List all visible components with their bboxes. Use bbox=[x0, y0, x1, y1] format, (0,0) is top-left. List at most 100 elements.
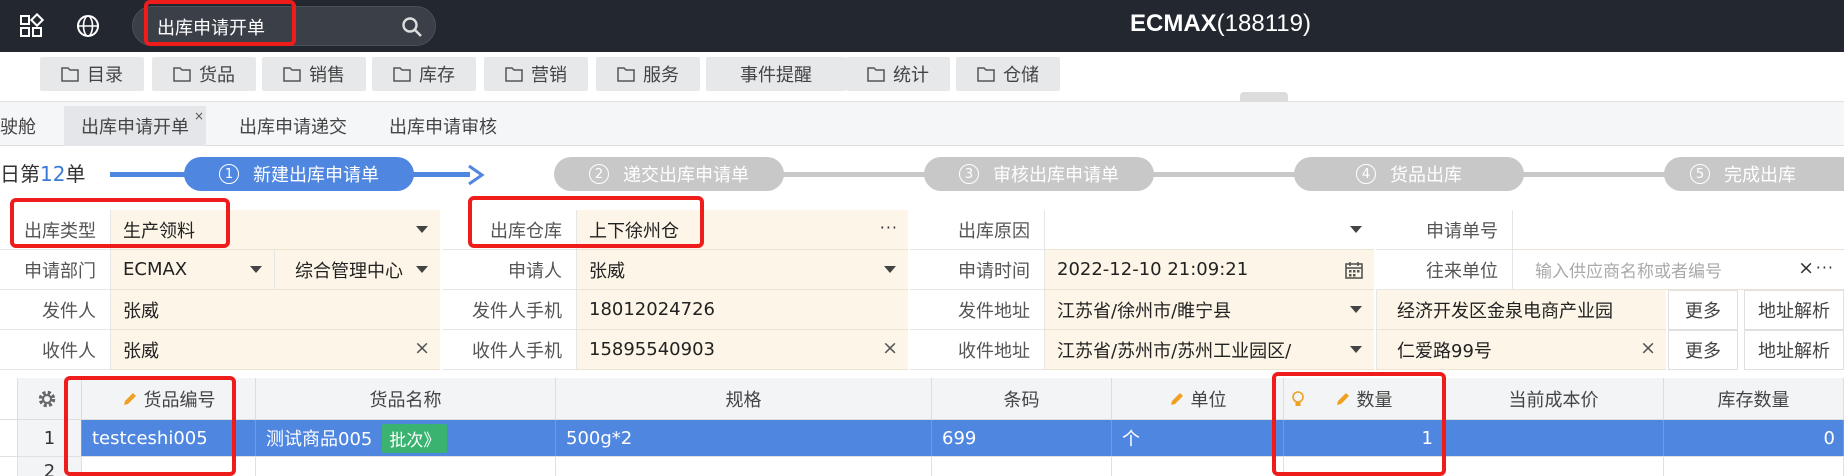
col-cost-price[interactable]: 当前成本价 bbox=[1444, 378, 1664, 420]
clear-icon[interactable]: × bbox=[414, 337, 430, 359]
clear-icon[interactable]: × bbox=[1798, 257, 1814, 279]
tab-dashboard[interactable]: 驶舱 bbox=[0, 106, 38, 146]
dropdown-arrow-icon[interactable] bbox=[1350, 346, 1362, 353]
clear-icon[interactable]: × bbox=[882, 337, 898, 359]
menu-marketing[interactable]: 营销 bbox=[484, 57, 588, 91]
cell-goods-code[interactable] bbox=[82, 456, 256, 476]
dropdown-arrow-icon[interactable] bbox=[884, 266, 896, 273]
globe-icon[interactable] bbox=[75, 13, 101, 39]
dropdown-arrow-icon[interactable] bbox=[1350, 306, 1362, 313]
dropdown-arrow-icon[interactable] bbox=[1350, 226, 1362, 233]
menu-statistics[interactable]: 统计 bbox=[846, 57, 950, 91]
batch-button[interactable]: 批次》 bbox=[382, 423, 448, 453]
more-options-icon[interactable]: ··· bbox=[880, 218, 898, 237]
menu-sales[interactable]: 销售 bbox=[262, 57, 366, 91]
step-number: 3 bbox=[959, 164, 979, 184]
row-checkbox[interactable] bbox=[0, 456, 18, 476]
receiver-addr-select[interactable]: 江苏省/苏州市/苏州工业园区/ bbox=[1044, 330, 1374, 370]
dept-sub-select[interactable]: 综合管理中心 bbox=[274, 250, 440, 290]
step-1: 1 新建出库申请单 bbox=[184, 157, 414, 191]
apply-time-field[interactable]: 2022-12-10 21:09:21 bbox=[1044, 250, 1374, 290]
cell-quantity[interactable]: 1 bbox=[1284, 420, 1444, 456]
cell-unit[interactable]: 个 bbox=[1112, 420, 1284, 456]
sender-input[interactable]: 张威 bbox=[110, 290, 440, 330]
col-header: 单位 bbox=[1190, 389, 1227, 411]
receiver-parse-button[interactable]: 地址解析 bbox=[1744, 330, 1844, 370]
more-options-icon[interactable]: ··· bbox=[1816, 258, 1834, 277]
receiver-addr-detail-input[interactable]: 仁爱路99号 × bbox=[1376, 330, 1666, 370]
search-input[interactable] bbox=[157, 15, 387, 39]
clear-icon[interactable]: × bbox=[1640, 337, 1656, 359]
tab-out-apply-audit[interactable]: 出库申请审核 bbox=[368, 106, 518, 146]
folder-icon bbox=[505, 67, 523, 82]
sender-more-button[interactable]: 更多 bbox=[1668, 290, 1738, 330]
menu-event-reminder[interactable]: 事件提醒 bbox=[706, 57, 846, 91]
cell-goods-name[interactable] bbox=[256, 456, 556, 476]
cell-barcode: 699 bbox=[932, 420, 1112, 456]
search-box[interactable] bbox=[132, 6, 436, 46]
out-type-select[interactable]: 生产领料 bbox=[110, 210, 440, 250]
col-stock[interactable]: 库存数量 bbox=[1664, 378, 1844, 420]
menu-label: 仓储 bbox=[1003, 65, 1039, 86]
receiver-input[interactable]: 张威 × bbox=[110, 330, 440, 370]
col-goods-name[interactable]: 货品名称 bbox=[256, 378, 556, 420]
menu-service[interactable]: 服务 bbox=[596, 57, 700, 91]
applicant-select[interactable]: 张威 bbox=[576, 250, 908, 290]
dept-sub-value: 综合管理中心 bbox=[295, 260, 403, 282]
menu-goods[interactable]: 货品 bbox=[152, 57, 256, 91]
col-goods-code[interactable]: 货品编号 bbox=[82, 378, 256, 420]
warehouse-field[interactable]: 上下徐州仓 ··· bbox=[576, 210, 908, 250]
cell-stock bbox=[1664, 456, 1844, 476]
calendar-icon[interactable] bbox=[1344, 260, 1364, 280]
menu-label: 库存 bbox=[419, 65, 455, 86]
apps-grid-icon[interactable] bbox=[18, 13, 44, 39]
cell-goods-code[interactable]: testceshi005 bbox=[82, 420, 256, 456]
step-3: 3 审核出库申请单 bbox=[924, 157, 1154, 191]
folder-icon bbox=[977, 67, 995, 82]
search-icon[interactable] bbox=[401, 16, 423, 38]
col-header: 当前成本价 bbox=[1508, 389, 1599, 411]
cell-cost-price bbox=[1444, 456, 1664, 476]
receiver-addr-value: 江苏省/苏州市/苏州工业园区/ bbox=[1057, 340, 1292, 362]
menu-label: 销售 bbox=[309, 65, 345, 86]
tab-out-apply-create[interactable]: 出库申请开单 × bbox=[64, 106, 206, 146]
col-quantity[interactable]: 数量 bbox=[1284, 378, 1444, 420]
close-icon[interactable]: × bbox=[194, 109, 204, 123]
order-count-number: 12 bbox=[40, 162, 66, 186]
app-title: ECMAX(188119) bbox=[1130, 10, 1311, 38]
cell-quantity[interactable] bbox=[1284, 456, 1444, 476]
lightbulb-icon[interactable] bbox=[1290, 390, 1306, 408]
dropdown-arrow-icon[interactable] bbox=[416, 226, 428, 233]
col-unit[interactable]: 单位 bbox=[1112, 378, 1284, 420]
goods-name-text: 测试商品005 bbox=[266, 429, 373, 450]
gear-icon[interactable] bbox=[37, 389, 57, 409]
sender-phone-input[interactable]: 18012024726 bbox=[576, 290, 908, 330]
menu-catalog[interactable]: 目录 bbox=[40, 57, 144, 91]
top-bar: ECMAX(188119) bbox=[0, 0, 1844, 52]
receiver-more-button[interactable]: 更多 bbox=[1668, 330, 1738, 370]
tab-bar: 驶舱 出库申请开单 × 出库申请递交 出库申请审核 bbox=[0, 102, 1844, 146]
folder-icon bbox=[283, 67, 301, 82]
sender-parse-button[interactable]: 地址解析 bbox=[1744, 290, 1844, 330]
receiver-value: 张威 bbox=[123, 340, 159, 362]
dropdown-arrow-icon[interactable] bbox=[250, 266, 262, 273]
col-spec[interactable]: 规格 bbox=[556, 378, 932, 420]
cell-unit[interactable] bbox=[1112, 456, 1284, 476]
collapse-handle[interactable] bbox=[1240, 92, 1288, 102]
sender-addr-select[interactable]: 江苏省/徐州市/睢宁县 bbox=[1044, 290, 1374, 330]
dropdown-arrow-icon[interactable] bbox=[416, 266, 428, 273]
grid-settings[interactable] bbox=[18, 378, 82, 420]
select-all-checkbox[interactable] bbox=[0, 378, 18, 420]
menu-warehouse[interactable]: 仓储 bbox=[956, 57, 1060, 91]
partner-input[interactable]: 输入供应商名称或者编号 × ··· bbox=[1512, 250, 1844, 290]
tab-out-apply-submit[interactable]: 出库申请递交 bbox=[218, 106, 368, 146]
receiver-phone-input[interactable]: 15895540903 × bbox=[576, 330, 908, 370]
cell-goods-name[interactable]: 测试商品005 批次》 bbox=[256, 420, 556, 456]
menu-inventory[interactable]: 库存 bbox=[372, 57, 476, 91]
row-checkbox[interactable] bbox=[0, 420, 18, 456]
col-barcode[interactable]: 条码 bbox=[932, 378, 1112, 420]
dept-select[interactable]: ECMAX bbox=[110, 250, 274, 290]
receiver-addr-detail: 仁爱路99号 bbox=[1397, 340, 1492, 362]
reason-select[interactable] bbox=[1044, 210, 1374, 250]
sender-addr-detail-input[interactable]: 经济开发区金泉电商产业园 bbox=[1376, 290, 1666, 330]
